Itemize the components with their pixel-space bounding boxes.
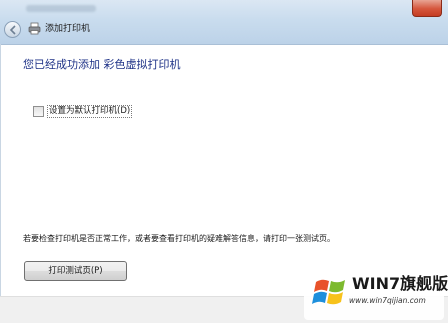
site-watermark: WIN7旗舰版 www.win7qijian.com [304,270,448,320]
window-caption-blurred [26,5,96,12]
test-page-hint: 若要检查打印机是否正常工作，或者要查看打印机的疑难解答信息，请打印一张测试页。 [23,234,335,243]
windows-flag-icon [312,279,345,305]
default-printer-label[interactable]: 设置为默认打印机(D) [47,105,133,118]
printer-icon [28,22,41,35]
close-button[interactable] [412,0,442,17]
wizard-title: 添加打印机 [45,24,91,34]
watermark-url: www.win7qijian.com [349,296,426,305]
window-left-border [0,44,1,296]
watermark-title: WIN7旗舰版 [352,274,448,293]
page-heading: 您已经成功添加 彩色虚拟打印机 [23,58,181,71]
title-bar: 添加打印机 [0,0,448,45]
back-arrow-icon [9,25,16,35]
add-printer-wizard-window: 添加打印机 您已经成功添加 彩色虚拟打印机 设置为默认打印机(D) 若要检查打印… [0,0,448,323]
default-printer-option[interactable]: 设置为默认打印机(D) [33,105,133,118]
print-test-page-button[interactable]: 打印测试页(P) [24,261,127,281]
default-printer-checkbox[interactable] [33,106,44,117]
back-button[interactable] [4,21,21,38]
